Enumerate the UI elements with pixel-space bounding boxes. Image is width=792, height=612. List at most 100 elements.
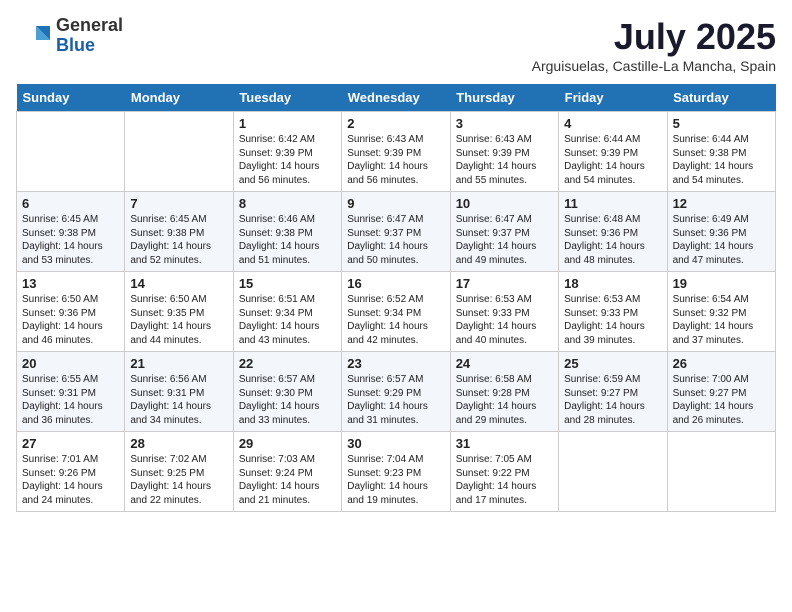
calendar-cell: 5 Sunrise: 6:44 AM Sunset: 9:38 PM Daylig… [667,112,775,192]
day-info: Sunrise: 6:45 AM Sunset: 9:38 PM Dayligh… [130,213,227,267]
calendar-cell: 3Sunrise: 6:43 AM Sunset: 9:39 PM Daylig… [450,112,558,192]
logo-blue-text: Blue [56,36,123,56]
day-info: Sunrise: 7:01 AM Sunset: 9:26 PM Dayligh… [22,453,119,507]
day-info: Sunrise: 7:05 AM Sunset: 9:22 PM Dayligh… [456,453,553,507]
title-block: July 2025 Arguisuelas, Castille-La Manch… [532,16,776,74]
weekday-header-saturday: Saturday [667,84,775,112]
calendar-cell: 28 Sunrise: 7:02 AM Sunset: 9:25 PM Dayli… [125,432,233,512]
weekday-header-thursday: Thursday [450,84,558,112]
day-number: 24 [456,356,553,371]
calendar-cell: 25Sunrise: 6:59 AM Sunset: 9:27 PM Dayli… [559,352,667,432]
calendar-table: SundayMondayTuesdayWednesdayThursdayFrid… [16,84,776,512]
calendar-week-row: 6 Sunrise: 6:45 AM Sunset: 9:38 PM Daylig… [17,192,776,272]
day-info: Sunrise: 6:56 AM Sunset: 9:31 PM Dayligh… [130,373,227,427]
day-number: 9 [347,196,444,211]
calendar-cell: 30 Sunrise: 7:04 AM Sunset: 9:23 PM Dayli… [342,432,450,512]
day-number: 18 [564,276,661,291]
calendar-cell [125,112,233,192]
day-info: Sunrise: 6:45 AM Sunset: 9:38 PM Dayligh… [22,213,119,267]
day-info: Sunrise: 7:00 AM Sunset: 9:27 PM Dayligh… [673,373,770,427]
calendar-cell: 16 Sunrise: 6:52 AM Sunset: 9:34 PM Dayli… [342,272,450,352]
weekday-header-tuesday: Tuesday [233,84,341,112]
day-number: 5 [673,116,770,131]
calendar-cell: 4 Sunrise: 6:44 AM Sunset: 9:39 PM Daylig… [559,112,667,192]
day-number: 1 [239,116,336,131]
day-info: Sunrise: 6:43 AM Sunset: 9:39 PM Dayligh… [456,133,553,187]
day-info: Sunrise: 6:51 AM Sunset: 9:34 PM Dayligh… [239,293,336,347]
day-number: 21 [130,356,227,371]
calendar-cell: 2Sunrise: 6:43 AM Sunset: 9:39 PM Daylig… [342,112,450,192]
calendar-week-row: 13Sunrise: 6:50 AM Sunset: 9:36 PM Dayli… [17,272,776,352]
calendar-week-row: 20 Sunrise: 6:55 AM Sunset: 9:31 PM Dayli… [17,352,776,432]
day-number: 8 [239,196,336,211]
day-number: 11 [564,196,661,211]
day-number: 6 [22,196,119,211]
day-number: 22 [239,356,336,371]
weekday-header-monday: Monday [125,84,233,112]
calendar-body: 1Sunrise: 6:42 AM Sunset: 9:39 PM Daylig… [17,112,776,512]
day-info: Sunrise: 6:44 AM Sunset: 9:39 PM Dayligh… [564,133,661,187]
calendar-cell: 31 Sunrise: 7:05 AM Sunset: 9:22 PM Dayli… [450,432,558,512]
day-number: 20 [22,356,119,371]
day-info: Sunrise: 7:02 AM Sunset: 9:25 PM Dayligh… [130,453,227,507]
day-number: 16 [347,276,444,291]
day-number: 10 [456,196,553,211]
calendar-cell: 23 Sunrise: 6:57 AM Sunset: 9:29 PM Dayli… [342,352,450,432]
day-number: 25 [564,356,661,371]
calendar-cell: 6 Sunrise: 6:45 AM Sunset: 9:38 PM Daylig… [17,192,125,272]
day-number: 17 [456,276,553,291]
logo-icon [16,18,52,54]
day-info: Sunrise: 6:52 AM Sunset: 9:34 PM Dayligh… [347,293,444,347]
calendar-cell: 24 Sunrise: 6:58 AM Sunset: 9:28 PM Dayli… [450,352,558,432]
day-info: Sunrise: 6:54 AM Sunset: 9:32 PM Dayligh… [673,293,770,347]
day-number: 28 [130,436,227,451]
day-info: Sunrise: 6:53 AM Sunset: 9:33 PM Dayligh… [564,293,661,347]
day-number: 2 [347,116,444,131]
calendar-cell: 7Sunrise: 6:45 AM Sunset: 9:38 PM Daylig… [125,192,233,272]
day-number: 12 [673,196,770,211]
day-number: 4 [564,116,661,131]
day-info: Sunrise: 6:44 AM Sunset: 9:38 PM Dayligh… [673,133,770,187]
calendar-cell: 27 Sunrise: 7:01 AM Sunset: 9:26 PM Dayli… [17,432,125,512]
calendar-cell: 14Sunrise: 6:50 AM Sunset: 9:35 PM Dayli… [125,272,233,352]
day-number: 26 [673,356,770,371]
day-info: Sunrise: 6:46 AM Sunset: 9:38 PM Dayligh… [239,213,336,267]
day-info: Sunrise: 7:04 AM Sunset: 9:23 PM Dayligh… [347,453,444,507]
day-info: Sunrise: 6:58 AM Sunset: 9:28 PM Dayligh… [456,373,553,427]
calendar-cell: 13Sunrise: 6:50 AM Sunset: 9:36 PM Dayli… [17,272,125,352]
calendar-cell: 10 Sunrise: 6:47 AM Sunset: 9:37 PM Dayli… [450,192,558,272]
calendar-cell: 17Sunrise: 6:53 AM Sunset: 9:33 PM Dayli… [450,272,558,352]
logo-general-text: General [56,16,123,36]
day-number: 31 [456,436,553,451]
calendar-cell: 18 Sunrise: 6:53 AM Sunset: 9:33 PM Dayli… [559,272,667,352]
day-number: 15 [239,276,336,291]
month-title: July 2025 [532,16,776,58]
page-header: General Blue July 2025 Arguisuelas, Cast… [16,16,776,74]
calendar-header: SundayMondayTuesdayWednesdayThursdayFrid… [17,84,776,112]
day-number: 19 [673,276,770,291]
calendar-cell [667,432,775,512]
weekday-header-sunday: Sunday [17,84,125,112]
calendar-cell: 29 Sunrise: 7:03 AM Sunset: 9:24 PM Dayli… [233,432,341,512]
day-number: 13 [22,276,119,291]
day-info: Sunrise: 6:48 AM Sunset: 9:36 PM Dayligh… [564,213,661,267]
day-number: 23 [347,356,444,371]
day-number: 27 [22,436,119,451]
day-info: Sunrise: 6:57 AM Sunset: 9:29 PM Dayligh… [347,373,444,427]
calendar-cell [17,112,125,192]
day-info: Sunrise: 6:50 AM Sunset: 9:35 PM Dayligh… [130,293,227,347]
logo: General Blue [16,16,123,56]
day-info: Sunrise: 6:49 AM Sunset: 9:36 PM Dayligh… [673,213,770,267]
day-info: Sunrise: 6:57 AM Sunset: 9:30 PM Dayligh… [239,373,336,427]
day-info: Sunrise: 7:03 AM Sunset: 9:24 PM Dayligh… [239,453,336,507]
day-info: Sunrise: 6:47 AM Sunset: 9:37 PM Dayligh… [456,213,553,267]
calendar-cell: 20 Sunrise: 6:55 AM Sunset: 9:31 PM Dayli… [17,352,125,432]
calendar-cell: 26 Sunrise: 7:00 AM Sunset: 9:27 PM Dayli… [667,352,775,432]
calendar-cell: 21 Sunrise: 6:56 AM Sunset: 9:31 PM Dayli… [125,352,233,432]
calendar-cell: 9Sunrise: 6:47 AM Sunset: 9:37 PM Daylig… [342,192,450,272]
day-number: 29 [239,436,336,451]
day-info: Sunrise: 6:55 AM Sunset: 9:31 PM Dayligh… [22,373,119,427]
calendar-cell: 22 Sunrise: 6:57 AM Sunset: 9:30 PM Dayli… [233,352,341,432]
weekday-header-wednesday: Wednesday [342,84,450,112]
day-number: 30 [347,436,444,451]
